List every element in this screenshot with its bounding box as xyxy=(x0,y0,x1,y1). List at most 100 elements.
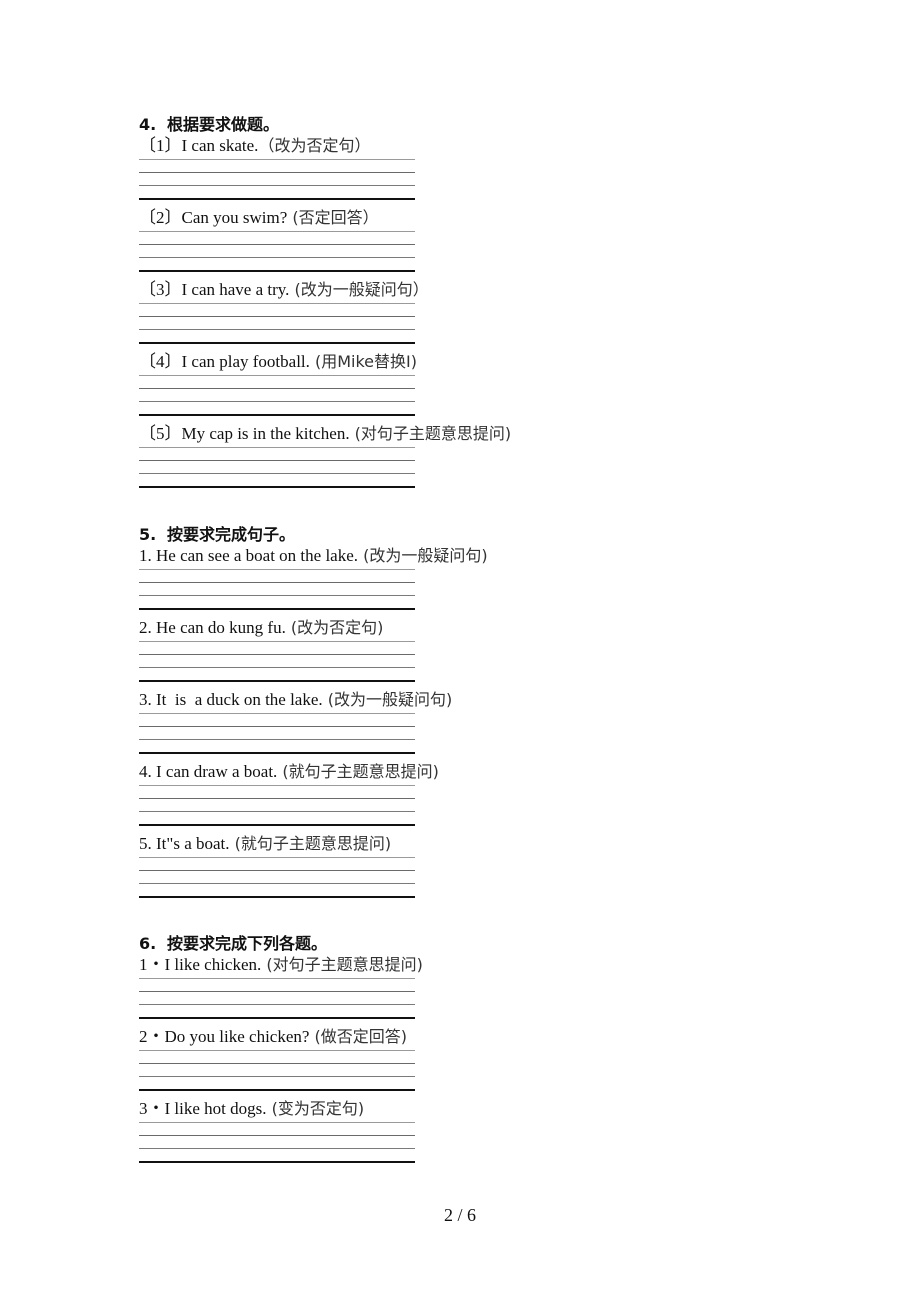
answer-line[interactable] xyxy=(139,654,415,655)
answer-line[interactable] xyxy=(139,726,415,727)
question-text: 4. I can draw a boat. (就句子主题意思提问) xyxy=(139,761,699,783)
answer-line[interactable] xyxy=(139,978,415,979)
section-heading: 按要求完成句子。 xyxy=(167,525,296,544)
question-label: 2. He can do kung fu. xyxy=(139,618,286,637)
answer-line[interactable] xyxy=(139,1161,415,1163)
answer-line[interactable] xyxy=(139,375,415,376)
question-item: 3・I like hot dogs. (变为否定句) xyxy=(139,1098,699,1170)
section-5: 5. 按要求完成句子。 1. He can see a boat on the l… xyxy=(139,525,699,905)
answer-line[interactable] xyxy=(139,896,415,898)
question-item: 〔5〕My cap is in the kitchen. (对句子主题意思提问) xyxy=(139,423,699,495)
answer-line[interactable] xyxy=(139,1050,415,1051)
answer-line[interactable] xyxy=(139,680,415,682)
answer-line[interactable] xyxy=(139,752,415,754)
section-number: 5. xyxy=(139,525,157,544)
question-text: 3. It is a duck on the lake. (改为一般疑问句) xyxy=(139,689,699,711)
question-hint: (改为一般疑问句） xyxy=(289,280,429,299)
answer-line[interactable] xyxy=(139,811,415,812)
question-hint: (否定回答） xyxy=(287,208,379,227)
question-hint: （改为否定句） xyxy=(258,136,371,155)
answer-line[interactable] xyxy=(139,388,415,389)
answer-line[interactable] xyxy=(139,1076,415,1077)
answer-line[interactable] xyxy=(139,870,415,871)
worksheet-page: 4. 根据要求做题。 〔1〕I can skate.（改为否定句） 〔2〕Can … xyxy=(0,0,920,1302)
answer-line[interactable] xyxy=(139,608,415,610)
answer-line[interactable] xyxy=(139,244,415,245)
question-hint: (就句子主题意思提问) xyxy=(229,834,392,853)
answer-line[interactable] xyxy=(139,231,415,232)
page-indicator: 2 / 6 xyxy=(443,1205,476,1225)
question-label: 〔4〕I can play football. xyxy=(139,352,310,371)
answer-line[interactable] xyxy=(139,303,415,304)
answer-line[interactable] xyxy=(139,342,415,344)
section-6: 6. 按要求完成下列各题。 1・I like chicken. (对句子主题意思提… xyxy=(139,934,699,1170)
answer-line[interactable] xyxy=(139,595,415,596)
answer-line[interactable] xyxy=(139,798,415,799)
question-item: 〔3〕I can have a try. (改为一般疑问句） xyxy=(139,279,699,351)
question-label: 3. It is a duck on the lake. xyxy=(139,690,323,709)
answer-line[interactable] xyxy=(139,257,415,258)
question-hint: (做否定回答) xyxy=(309,1027,408,1046)
answer-line[interactable] xyxy=(139,1017,415,1019)
answer-line[interactable] xyxy=(139,785,415,786)
section-number: 6. xyxy=(139,934,157,953)
question-hint: (改为否定句) xyxy=(285,618,384,637)
answer-line[interactable] xyxy=(139,316,415,317)
question-item: 2. He can do kung fu. (改为否定句) xyxy=(139,617,699,689)
section-4: 4. 根据要求做题。 〔1〕I can skate.（改为否定句） 〔2〕Can … xyxy=(139,115,699,495)
answer-line[interactable] xyxy=(139,857,415,858)
section-title: 6. 按要求完成下列各题。 xyxy=(139,934,699,954)
answer-line[interactable] xyxy=(139,401,415,402)
answer-line[interactable] xyxy=(139,1063,415,1064)
question-label: 4. I can draw a boat. xyxy=(139,762,278,781)
answer-line[interactable] xyxy=(139,270,415,272)
answer-line[interactable] xyxy=(139,198,415,200)
question-text: 〔5〕My cap is in the kitchen. (对句子主题意思提问) xyxy=(139,423,699,445)
answer-line[interactable] xyxy=(139,713,415,714)
question-hint: (对句子主题意思提问) xyxy=(349,424,512,443)
section-heading: 根据要求做题。 xyxy=(167,115,280,134)
answer-line[interactable] xyxy=(139,1089,415,1091)
question-hint: (就句子主题意思提问) xyxy=(277,762,439,781)
answer-line[interactable] xyxy=(139,824,415,826)
question-label: 〔1〕I can skate. xyxy=(139,136,259,155)
answer-line[interactable] xyxy=(139,667,415,668)
answer-line[interactable] xyxy=(139,991,415,992)
answer-line[interactable] xyxy=(139,172,415,173)
question-text: 〔1〕I can skate.（改为否定句） xyxy=(139,135,699,157)
answer-line[interactable] xyxy=(139,641,415,642)
answer-line[interactable] xyxy=(139,1004,415,1005)
question-label: 5. It"s a boat. xyxy=(139,834,230,853)
question-item: 4. I can draw a boat. (就句子主题意思提问) xyxy=(139,761,699,833)
question-item: 2・Do you like chicken? (做否定回答) xyxy=(139,1026,699,1098)
question-hint: (用Mike替换I) xyxy=(309,352,417,371)
answer-line[interactable] xyxy=(139,473,415,474)
answer-line[interactable] xyxy=(139,883,415,884)
question-text: 1・I like chicken. (对句子主题意思提问) xyxy=(139,954,699,976)
answer-line[interactable] xyxy=(139,486,415,488)
answer-line[interactable] xyxy=(139,414,415,416)
answer-line[interactable] xyxy=(139,1122,415,1123)
answer-line[interactable] xyxy=(139,447,415,448)
question-label: 1・I like chicken. xyxy=(139,955,262,974)
question-hint: (改为一般疑问句) xyxy=(358,546,488,565)
section-heading: 按要求完成下列各题。 xyxy=(167,934,328,953)
answer-line[interactable] xyxy=(139,185,415,186)
question-item: 3. It is a duck on the lake. (改为一般疑问句) xyxy=(139,689,699,761)
answer-line[interactable] xyxy=(139,569,415,570)
question-item: 〔1〕I can skate.（改为否定句） xyxy=(139,135,699,207)
question-item: 5. It"s a boat. (就句子主题意思提问) xyxy=(139,833,699,905)
question-label: 〔3〕I can have a try. xyxy=(139,280,290,299)
question-label: 〔5〕My cap is in the kitchen. xyxy=(139,424,350,443)
answer-line[interactable] xyxy=(139,460,415,461)
answer-line[interactable] xyxy=(139,582,415,583)
question-label: 1. He can see a boat on the lake. xyxy=(139,546,359,565)
question-label: 〔2〕Can you swim? xyxy=(139,208,288,227)
question-label: 2・Do you like chicken? xyxy=(139,1027,310,1046)
answer-line[interactable] xyxy=(139,159,415,160)
answer-line[interactable] xyxy=(139,1148,415,1149)
answer-line[interactable] xyxy=(139,1135,415,1136)
answer-line[interactable] xyxy=(139,739,415,740)
answer-line[interactable] xyxy=(139,329,415,330)
section-title: 4. 根据要求做题。 xyxy=(139,115,699,135)
